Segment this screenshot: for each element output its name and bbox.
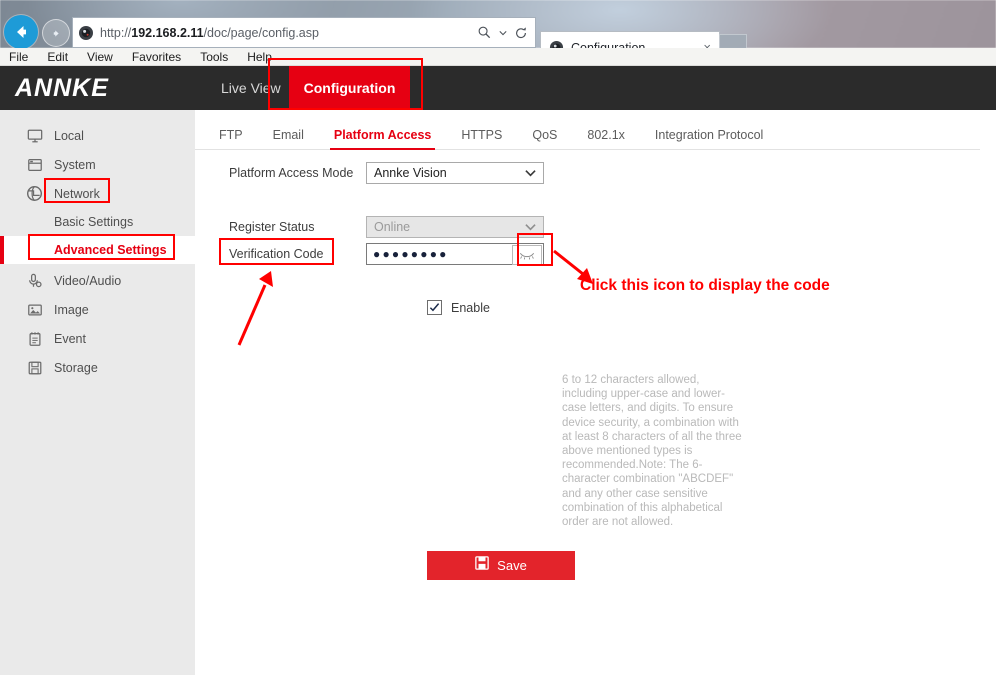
checkbox-enable[interactable] [427, 300, 442, 315]
eye-closed-icon[interactable] [512, 245, 542, 265]
browser-menu-bar: File Edit View Favorites Tools Help [0, 48, 996, 66]
sidebar-label-video-audio: Video/Audio [54, 274, 121, 288]
menu-item-view[interactable]: View [87, 50, 113, 64]
menu-item-favorites[interactable]: Favorites [132, 50, 181, 64]
picture-icon [26, 301, 43, 318]
back-button[interactable] [4, 15, 38, 49]
globe-icon [26, 185, 43, 202]
url-path: /doc/page/config.asp [204, 26, 319, 40]
annke-logo: ANNKE [15, 74, 109, 103]
tab-qos[interactable]: QoS [532, 128, 557, 149]
forward-arrow-icon [49, 26, 64, 41]
floppy-disk-icon [26, 359, 43, 376]
app-header: ANNKE Live View Configuration [0, 66, 996, 110]
menu-item-tools[interactable]: Tools [200, 50, 228, 64]
sidebar-label-image: Image [54, 303, 89, 317]
annotation-callout-text: Click this icon to display the code [580, 277, 830, 295]
row-verification-code: Verification Code ●●●●●●●● [229, 243, 544, 265]
window-icon [26, 156, 43, 173]
sidebar-label-system: System [54, 158, 96, 172]
save-button[interactable]: Save [427, 551, 575, 580]
sidebar-label-storage: Storage [54, 361, 98, 375]
save-button-label: Save [497, 558, 527, 573]
tab-https[interactable]: HTTPS [461, 128, 502, 149]
sidebar-item-local[interactable]: Local [0, 121, 195, 150]
row-register-status: Register Status Online [229, 216, 544, 238]
sidebar-item-event[interactable]: Event [0, 324, 195, 353]
address-bar-tools [477, 25, 535, 40]
menu-item-help[interactable]: Help [247, 50, 272, 64]
content-tabs: FTP Email Platform Access HTTPS QoS 802.… [195, 118, 980, 150]
back-arrow-icon [11, 22, 31, 42]
menu-item-edit[interactable]: Edit [47, 50, 68, 64]
sidebar-item-storage[interactable]: Storage [0, 353, 195, 382]
url-prefix: http:// [100, 26, 131, 40]
active-indicator-bar [0, 236, 4, 264]
row-enable: Enable [427, 300, 490, 315]
url-text: http://192.168.2.11/doc/page/config.asp [100, 26, 319, 40]
site-favicon-icon [78, 25, 94, 41]
sidebar: Local System Network Basic Settings Adva… [0, 110, 195, 675]
select-value-platform-access-mode: Annke Vision [374, 166, 447, 180]
label-register-status: Register Status [229, 220, 366, 234]
label-verification-code: Verification Code [229, 247, 366, 261]
browser-chrome: http://192.168.2.11/doc/page/config.asp [0, 0, 996, 66]
tab-platform-access[interactable]: Platform Access [334, 128, 432, 149]
refresh-icon[interactable] [514, 26, 528, 40]
clipboard-icon [26, 330, 43, 347]
select-platform-access-mode[interactable]: Annke Vision [366, 162, 544, 184]
sidebar-label-network: Network [54, 187, 100, 201]
input-verification-code[interactable]: ●●●●●●●● [366, 243, 544, 265]
chevron-down-icon[interactable] [499, 29, 507, 37]
menu-item-file[interactable]: File [9, 50, 28, 64]
sidebar-label-local: Local [54, 129, 84, 143]
verification-code-value: ●●●●●●●● [373, 248, 449, 260]
sidebar-item-advanced-settings[interactable]: Advanced Settings [0, 236, 195, 264]
monitor-icon [26, 127, 43, 144]
content-panel: FTP Email Platform Access HTTPS QoS 802.… [195, 110, 996, 675]
verification-code-help-text: 6 to 12 characters allowed, including up… [562, 373, 742, 529]
tab-email[interactable]: Email [273, 128, 304, 149]
nav-tab-live-view[interactable]: Live View [204, 66, 298, 110]
tab-ftp[interactable]: FTP [219, 128, 243, 149]
label-platform-access-mode: Platform Access Mode [229, 166, 366, 180]
sidebar-item-image[interactable]: Image [0, 295, 195, 324]
select-register-status: Online [366, 216, 544, 238]
chevron-down-icon [525, 220, 536, 234]
address-bar[interactable]: http://192.168.2.11/doc/page/config.asp [72, 17, 536, 48]
row-platform-access-mode: Platform Access Mode Annke Vision [229, 162, 544, 184]
sidebar-item-network[interactable]: Network [0, 179, 195, 208]
sidebar-label-event: Event [54, 332, 86, 346]
browser-nav-row: http://192.168.2.11/doc/page/config.asp [0, 14, 996, 48]
sidebar-label-basic-settings: Basic Settings [54, 215, 133, 229]
microphone-icon [26, 272, 43, 289]
sidebar-item-basic-settings[interactable]: Basic Settings [0, 208, 195, 236]
check-icon [429, 302, 440, 313]
floppy-disk-icon [475, 556, 489, 575]
sidebar-label-advanced-settings: Advanced Settings [54, 243, 167, 257]
label-enable: Enable [451, 301, 490, 315]
sidebar-item-system[interactable]: System [0, 150, 195, 179]
tab-integration-protocol[interactable]: Integration Protocol [655, 128, 763, 149]
forward-button[interactable] [42, 19, 70, 47]
chevron-down-icon [525, 166, 536, 180]
url-host: 192.168.2.11 [131, 26, 203, 40]
sidebar-item-video-audio[interactable]: Video/Audio [0, 266, 195, 295]
nav-tab-configuration[interactable]: Configuration [289, 66, 410, 110]
search-icon[interactable] [477, 25, 492, 40]
select-value-register-status: Online [374, 220, 410, 234]
tab-802-1x[interactable]: 802.1x [587, 128, 625, 149]
